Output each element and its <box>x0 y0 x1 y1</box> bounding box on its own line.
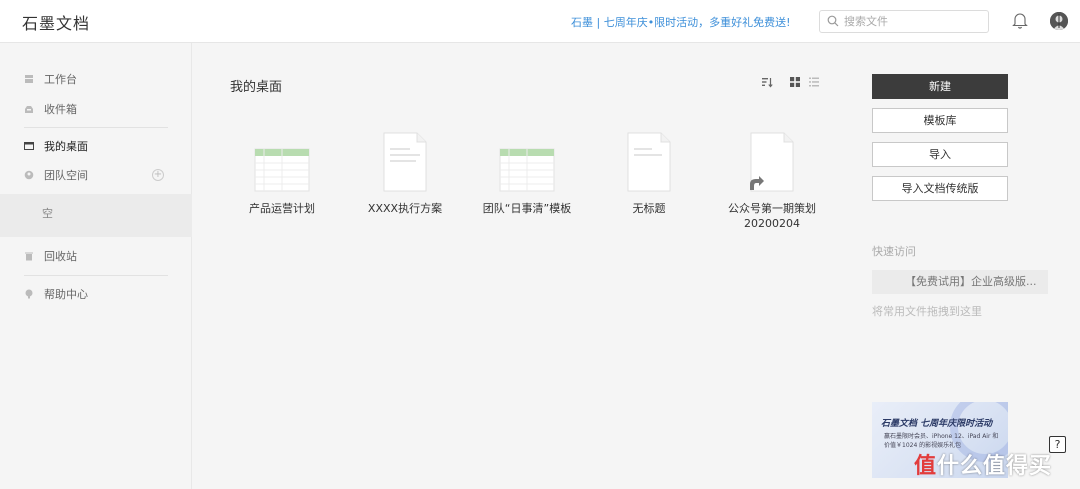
file-name: XXXX执行方案 <box>367 202 443 215</box>
search-box[interactable] <box>819 10 989 33</box>
sidebar-item-desktop[interactable]: 我的桌面 <box>0 135 192 157</box>
spreadsheet-thumbnail-icon <box>254 148 310 192</box>
file-name: 团队“日事清”模板 <box>482 202 572 215</box>
sidebar-item-label: 帮助中心 <box>44 288 88 301</box>
sidebar-item-label: 工作台 <box>44 73 77 86</box>
user-avatar-icon <box>1050 12 1068 30</box>
list-view-icon[interactable] <box>809 77 819 87</box>
import-button[interactable]: 导入 <box>872 142 1008 167</box>
file-item[interactable]: 公众号第一期策划20200204 <box>716 132 828 242</box>
top-bar: 石墨文档 石墨 | 七周年庆•限时活动，多重好礼免费送! <box>0 0 1080 43</box>
avatar[interactable] <box>1050 12 1068 30</box>
promo-link[interactable]: 石墨 | 七周年庆•限时活动，多重好礼免费送! <box>571 14 791 30</box>
sidebar-divider <box>24 127 168 128</box>
search-icon <box>827 15 839 27</box>
app-logo[interactable]: 石墨文档 <box>22 10 90 34</box>
search-input[interactable] <box>844 13 984 30</box>
document-thumbnail-icon <box>627 132 671 192</box>
sidebar-item-label: 收件箱 <box>44 103 77 116</box>
inbox-icon <box>25 106 33 113</box>
sidebar-item-help[interactable]: 帮助中心 <box>0 283 192 305</box>
file-name: 无标题 <box>632 202 666 215</box>
file-name: 产品运营计划 <box>249 202 315 215</box>
sidebar-item-label: 回收站 <box>44 250 77 263</box>
shortcut-document-thumbnail-icon <box>750 132 794 192</box>
bell-icon[interactable] <box>1012 12 1028 29</box>
sort-icon[interactable] <box>761 76 773 88</box>
desktop-icon <box>24 142 34 150</box>
sidebar-item-inbox[interactable]: 收件箱 <box>0 98 192 120</box>
new-button[interactable]: 新建 <box>872 74 1008 99</box>
page-title: 我的桌面 <box>230 80 283 95</box>
file-item[interactable]: 无标题 <box>593 132 705 242</box>
sidebar: 工作台 收件箱 我的桌面 团队空间 + 空 回收站 帮助中心 <box>0 43 192 489</box>
watermark-badge: 值 <box>914 454 938 479</box>
watermark-text: 什么值得买 <box>937 454 1053 479</box>
spreadsheet-thumbnail-icon <box>499 148 555 192</box>
sidebar-divider <box>24 275 168 276</box>
import-legacy-button[interactable]: 导入文档传统版 <box>872 176 1008 201</box>
team-empty-placeholder: 空 <box>0 194 192 237</box>
sidebar-item-team[interactable]: 团队空间 + <box>0 164 192 186</box>
help-center-icon <box>25 289 33 299</box>
sidebar-item-trash[interactable]: 回收站 <box>0 245 192 267</box>
file-item[interactable]: 团队“日事清”模板 <box>471 132 583 242</box>
grid-view-icon[interactable] <box>790 77 800 87</box>
file-item[interactable]: XXXX执行方案 <box>349 132 461 242</box>
quick-access-title: 快速访问 <box>872 245 916 258</box>
trash-icon <box>25 252 33 261</box>
banner-title: 石墨文档 七周年庆限时活动 <box>881 419 993 429</box>
site-watermark: 值什么值得买 <box>914 448 1052 480</box>
sidebar-item-label: 团队空间 <box>44 169 88 182</box>
quick-access-item[interactable]: 【免费试用】企业高级版... <box>872 270 1048 294</box>
sidebar-item-workbench[interactable]: 工作台 <box>0 68 192 90</box>
document-thumbnail-icon <box>383 132 427 192</box>
team-icon <box>24 170 34 180</box>
add-team-icon[interactable]: + <box>152 169 164 181</box>
template-library-button[interactable]: 模板库 <box>872 108 1008 133</box>
file-item[interactable]: 产品运营计划 <box>226 132 338 242</box>
file-name: 公众号第一期策划20200204 <box>728 202 816 230</box>
quick-access-hint: 将常用文件拖拽到这里 <box>872 305 982 318</box>
workbench-icon <box>25 75 33 83</box>
sidebar-item-label: 我的桌面 <box>44 140 88 153</box>
